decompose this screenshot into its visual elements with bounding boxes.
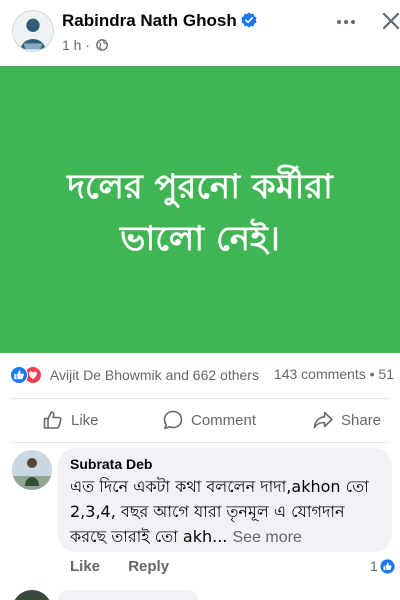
comment-body: এত দিনে একটা কথা বললেন দাদা,akhon তো 2,3… xyxy=(70,477,369,546)
share-label: Share xyxy=(341,411,382,429)
comment-button[interactable]: Comment xyxy=(162,408,256,432)
share-button[interactable]: Share xyxy=(312,408,381,432)
like-reaction-icon xyxy=(380,558,395,574)
post-banner[interactable]: দলের পুরনো কর্মীরা ভালো নেই। xyxy=(0,66,400,353)
banner-text: দলের পুরনো কর্মীরা ভালো নেই। xyxy=(67,155,333,265)
author-avatar[interactable] xyxy=(12,10,54,52)
comment-icon xyxy=(163,410,183,430)
comment-reaction-count[interactable]: 1 xyxy=(370,558,395,574)
author-name[interactable]: Rabindra Nath Ghosh xyxy=(62,11,257,31)
commenter-avatar-image xyxy=(12,450,52,490)
comment-bubble[interactable]: Subrata Deb এত দিনে একটা কথা বললেন দাদা,… xyxy=(58,448,392,552)
see-more-link[interactable]: See more xyxy=(233,529,302,546)
banner-text-line-2: ভালো নেই। xyxy=(120,218,280,259)
verified-badge-icon xyxy=(241,12,257,28)
next-commenter-avatar[interactable] xyxy=(12,590,52,600)
post-action-bar: Like Comment Share xyxy=(0,400,400,442)
avatar-image xyxy=(13,11,53,51)
like-label: Like xyxy=(71,411,99,429)
more-options-icon[interactable] xyxy=(334,10,358,34)
comment-reaction-number: 1 xyxy=(370,558,378,574)
comment-share-count[interactable]: 143 comments • 51 xyxy=(274,366,394,382)
commenter-name[interactable]: Subrata Deb xyxy=(70,456,380,472)
next-comment-bubble[interactable] xyxy=(58,590,198,600)
divider xyxy=(10,442,390,443)
post-header: Rabindra Nath Ghosh 1 h · xyxy=(0,0,400,66)
comment-like-button[interactable]: Like xyxy=(70,558,100,575)
globe-icon xyxy=(96,39,108,51)
commenter-avatar[interactable] xyxy=(12,450,52,490)
close-icon[interactable] xyxy=(380,10,400,32)
reaction-icons xyxy=(10,366,44,384)
reactions-summary[interactable]: Avijit De Bhowmik and 662 others 143 com… xyxy=(10,366,400,388)
reaction-names[interactable]: Avijit De Bhowmik and 662 others xyxy=(50,367,259,383)
thumbs-up-icon xyxy=(43,411,62,429)
divider xyxy=(10,398,390,399)
comment-text: এত দিনে একটা কথা বললেন দাদা,akhon তো 2,3… xyxy=(70,474,380,550)
post-time[interactable]: 1 h · xyxy=(62,37,90,53)
like-button[interactable]: Like xyxy=(42,408,99,432)
banner-text-line-1: দলের পুরনো কর্মীরা xyxy=(67,166,333,207)
comment-label: Comment xyxy=(191,411,257,429)
share-icon xyxy=(313,411,333,429)
like-reaction-icon xyxy=(10,366,28,384)
author-name-text[interactable]: Rabindra Nath Ghosh xyxy=(62,11,237,30)
comment-reply-button[interactable]: Reply xyxy=(128,558,169,575)
comment-actions: Like Reply xyxy=(70,558,193,575)
post-meta: 1 h · xyxy=(62,37,108,53)
